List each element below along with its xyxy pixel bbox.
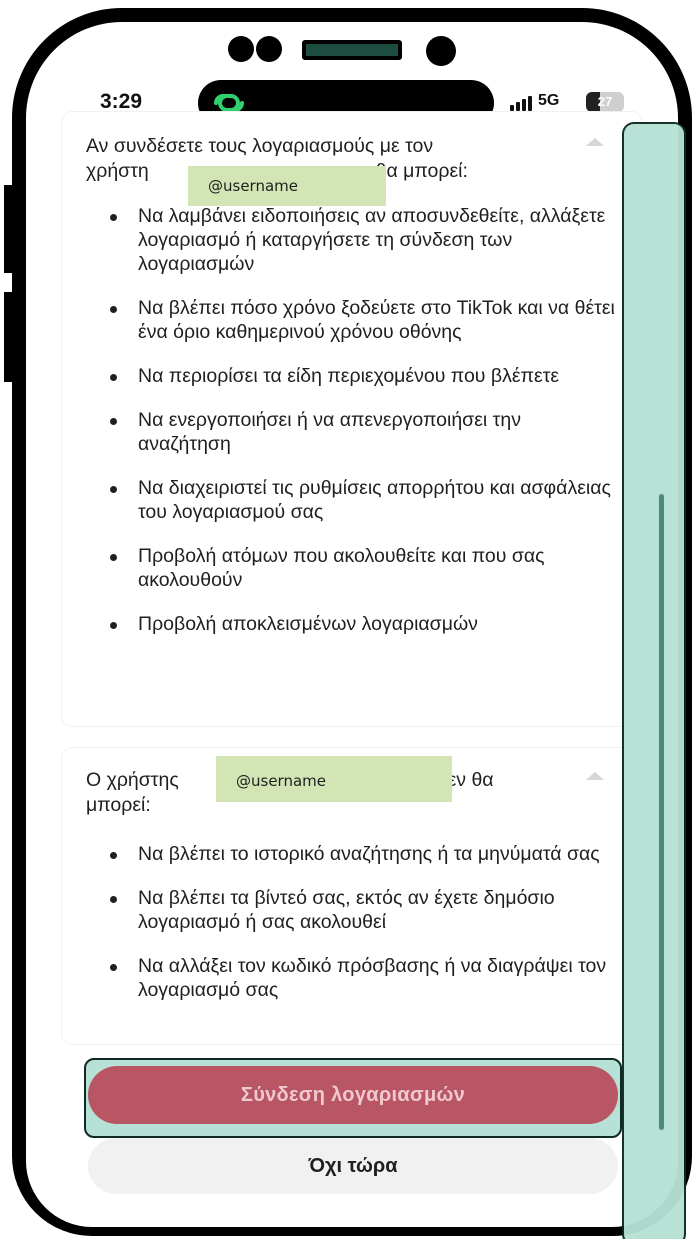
list-item: Να βλέπει τα βίντεό σας, εκτός αν έχετε … bbox=[106, 886, 618, 934]
list-item: Να βλέπει πόσο χρόνο ξοδεύετε στο TikTok… bbox=[106, 296, 618, 344]
collapse-caret-icon[interactable] bbox=[586, 138, 604, 146]
not-now-button[interactable]: Όχι τώρα bbox=[88, 1138, 618, 1194]
list-item: Προβολή αποκλεισμένων λογαριασμών bbox=[106, 612, 618, 636]
battery-icon: 27 bbox=[586, 92, 624, 112]
connect-accounts-button[interactable]: Σύνδεση λογαριασμών bbox=[88, 1066, 618, 1124]
permissions-list: Να λαμβάνει ειδοποιήσεις αν αποσυνδεθείτ… bbox=[106, 204, 618, 636]
collapse-caret-icon[interactable] bbox=[586, 772, 604, 780]
sensor-dot-icon bbox=[228, 36, 254, 62]
list-item: Να ενεργοποιήσει ή να απενεργοποιήσει τη… bbox=[106, 408, 618, 456]
speaker-grille bbox=[302, 40, 402, 60]
scroll-area-highlight[interactable] bbox=[622, 122, 686, 1239]
list-item: Να λαμβάνει ειδοποιήσεις αν αποσυνδεθείτ… bbox=[106, 204, 618, 276]
camera-icon bbox=[426, 36, 456, 66]
sensor-dot-icon bbox=[256, 36, 282, 62]
list-item: Προβολή ατόμων που ακολουθείτε και που σ… bbox=[106, 544, 618, 592]
status-time: 3:29 bbox=[100, 90, 143, 113]
list-item: Να διαχειριστεί τις ρυθμίσεις απορρήτου … bbox=[106, 476, 618, 524]
scrollbar-thumb[interactable] bbox=[659, 494, 664, 1130]
network-label: 5G bbox=[538, 92, 560, 109]
restrictions-card: Ο χρήστης δεν θα μπορεί: @username Να βλέ… bbox=[62, 748, 642, 1044]
volume-up-button bbox=[4, 185, 18, 273]
username-redaction: @username bbox=[188, 166, 386, 206]
restrictions-list: Να βλέπει το ιστορικό αναζήτησης ή τα μη… bbox=[106, 842, 618, 1002]
list-item: Να περιορίσει τα είδη περιεχομένου που β… bbox=[106, 364, 618, 388]
permissions-card: Αν συνδέσετε τους λογαριασμούς με τον χρ… bbox=[62, 112, 642, 726]
volume-down-button bbox=[4, 292, 18, 382]
username-redaction: @username bbox=[216, 756, 452, 802]
list-item: Να βλέπει το ιστορικό αναζήτησης ή τα μη… bbox=[106, 842, 618, 866]
signal-icon bbox=[510, 96, 532, 111]
list-item: Να αλλάξει τον κωδικό πρόσβασης ή να δια… bbox=[106, 954, 618, 1002]
battery-level: 27 bbox=[597, 94, 613, 109]
